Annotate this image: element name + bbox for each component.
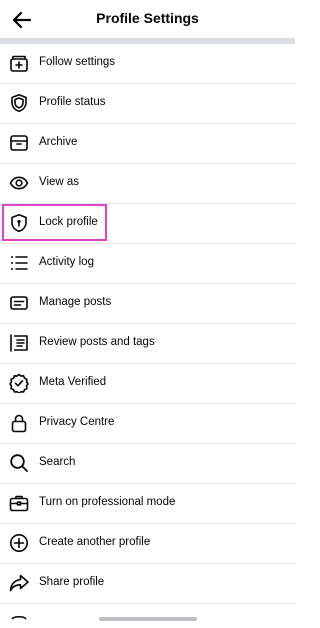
share-arrow-icon: [9, 573, 29, 593]
menu-item-label: Follow settings: [39, 56, 116, 68]
menu-item-manage-posts[interactable]: Manage posts: [0, 284, 295, 324]
menu-item-label: Manage posts: [39, 296, 112, 308]
padlock-icon: [9, 413, 29, 433]
settings-list: Follow settings Profile status Archive V…: [0, 44, 295, 604]
list-icon: [9, 253, 29, 273]
menu-item-label: Review posts and tags: [39, 336, 155, 348]
follow-settings-icon: [9, 53, 29, 73]
menu-item-professional-mode[interactable]: Turn on professional mode: [0, 484, 295, 524]
menu-item-activity-log[interactable]: Activity log: [0, 244, 295, 284]
menu-item-label: Search: [39, 456, 76, 468]
menu-item-create-profile[interactable]: Create another profile: [0, 524, 295, 564]
menu-item-profile-status[interactable]: Profile status: [0, 84, 295, 124]
menu-item-follow-settings[interactable]: Follow settings: [0, 44, 295, 84]
highlight-box: [2, 204, 107, 241]
top-bar: Profile Settings: [0, 0, 295, 38]
menu-item-archive[interactable]: Archive: [0, 124, 295, 164]
menu-item-label: Share profile: [39, 576, 105, 588]
menu-item-label: Create another profile: [39, 536, 151, 548]
eye-icon: [9, 173, 29, 193]
briefcase-icon: [9, 493, 29, 513]
verified-badge-icon: [9, 373, 29, 393]
menu-item-label: Profile status: [39, 96, 106, 108]
menu-item-label: View as: [39, 176, 80, 188]
plus-circle-icon: [9, 533, 29, 553]
shield-icon: [9, 93, 29, 113]
menu-item-label: Archive: [39, 136, 78, 148]
archive-icon: [9, 133, 29, 153]
partial-item-icon: [9, 613, 29, 628]
menu-item-review-posts[interactable]: Review posts and tags: [0, 324, 295, 364]
review-posts-icon: [9, 333, 29, 353]
menu-item-search[interactable]: Search: [0, 444, 295, 484]
menu-item-label: Privacy Centre: [39, 416, 115, 428]
menu-item-label: Activity log: [39, 256, 94, 268]
menu-item-label: Meta Verified: [39, 376, 107, 388]
menu-item-privacy-centre[interactable]: Privacy Centre: [0, 404, 295, 444]
menu-item-view-as[interactable]: View as: [0, 164, 295, 204]
manage-posts-icon: [9, 293, 29, 313]
search-icon: [9, 453, 29, 473]
menu-item-meta-verified[interactable]: Meta Verified: [0, 364, 295, 404]
page-title: Profile Settings: [96, 10, 199, 26]
menu-item-label: Turn on professional mode: [39, 496, 176, 508]
home-indicator[interactable]: [99, 617, 197, 621]
menu-item-share-profile[interactable]: Share profile: [0, 564, 295, 604]
